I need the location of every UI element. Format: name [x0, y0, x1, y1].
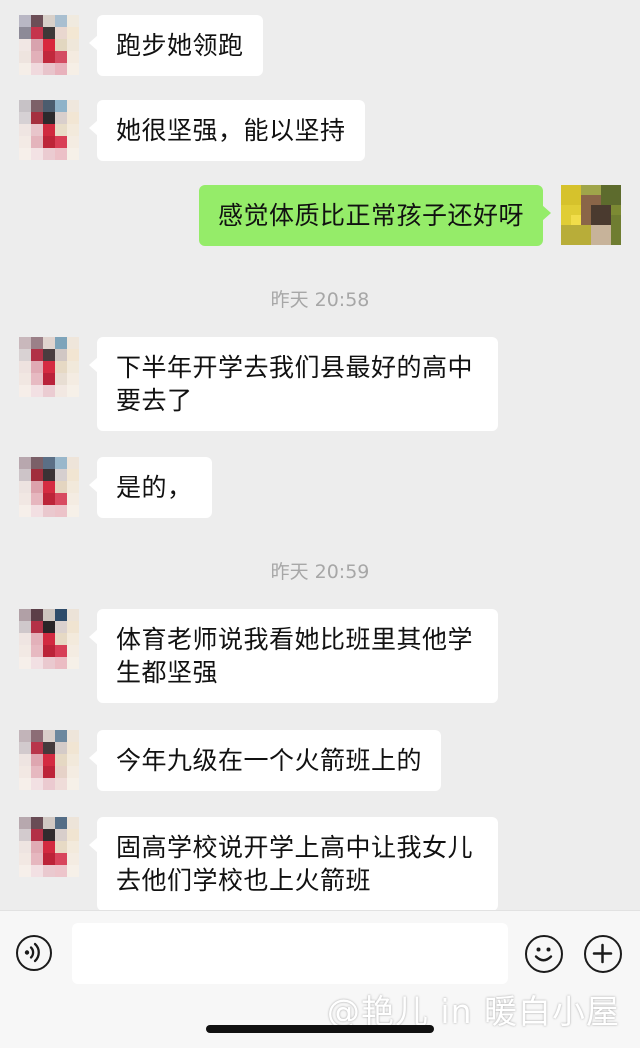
message-row: 固高学校说开学上高中让我女儿去他们学校也上火箭班 — [19, 817, 498, 911]
message-bubble-incoming[interactable]: 她很坚强，能以坚持 — [89, 100, 365, 161]
message-row: 感觉体质比正常孩子还好呀 — [198, 185, 621, 246]
self-avatar[interactable] — [561, 185, 621, 245]
timestamp-label: 昨天 20:58 — [270, 289, 370, 311]
message-row: 是的， — [19, 457, 212, 518]
message-bubble-incoming[interactable]: 下半年开学去我们县最好的高中要去了 — [89, 337, 498, 431]
smiley-icon[interactable] — [525, 935, 563, 973]
message-row: 她很坚强，能以坚持 — [19, 100, 365, 161]
message-row: 体育老师说我看她比班里其他学生都坚强 — [19, 609, 498, 703]
message-row: 今年九级在一个火箭班上的 — [19, 730, 442, 791]
contact-avatar[interactable] — [19, 337, 79, 397]
home-indicator[interactable] — [206, 1025, 434, 1033]
message-row: 跑步她领跑 — [19, 15, 263, 76]
message-bubble-incoming[interactable]: 体育老师说我看她比班里其他学生都坚强 — [89, 609, 498, 703]
contact-avatar[interactable] — [19, 817, 79, 877]
message-row: 下半年开学去我们县最好的高中要去了 — [19, 337, 498, 431]
contact-avatar[interactable] — [19, 15, 79, 75]
voice-wave-icon[interactable] — [16, 935, 52, 971]
message-bubble-incoming[interactable]: 是的， — [89, 457, 212, 518]
message-bubble-outgoing[interactable]: 感觉体质比正常孩子还好呀 — [198, 185, 552, 246]
message-bubble-incoming[interactable]: 固高学校说开学上高中让我女儿去他们学校也上火箭班 — [89, 817, 498, 911]
message-bubble-incoming[interactable]: 今年九级在一个火箭班上的 — [88, 730, 442, 791]
plus-circle-icon[interactable] — [584, 935, 622, 973]
contact-avatar[interactable] — [19, 730, 79, 790]
contact-avatar[interactable] — [19, 609, 79, 669]
message-bubble-incoming[interactable]: 跑步她领跑 — [89, 15, 263, 76]
timestamp-label: 昨天 20:59 — [270, 561, 370, 583]
message-input[interactable] — [72, 923, 508, 984]
contact-avatar[interactable] — [19, 457, 79, 517]
contact-avatar[interactable] — [19, 100, 79, 160]
